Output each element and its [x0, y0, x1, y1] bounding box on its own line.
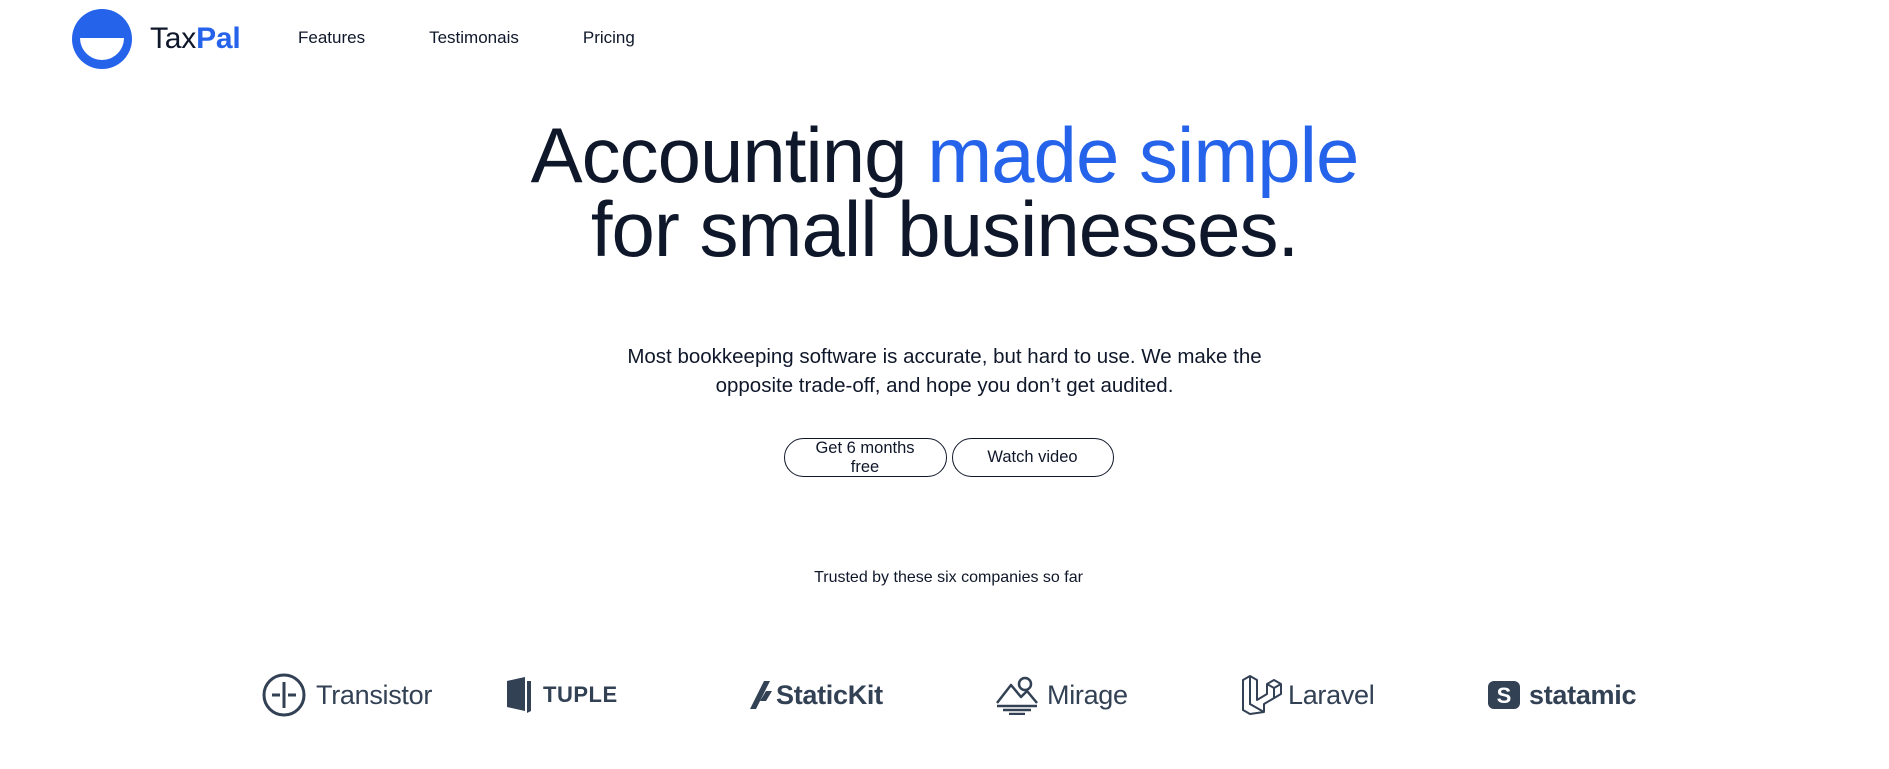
company-logo-laravel: Laravel	[1240, 670, 1375, 720]
nav-link-testimonials[interactable]: Testimonais	[429, 27, 519, 49]
statamic-icon: S	[1488, 681, 1520, 709]
nav-link-features[interactable]: Features	[298, 27, 365, 49]
hero-subtitle-line2: opposite trade-off, and hope you don’t g…	[715, 374, 1174, 397]
site-header: TaxPal Features Testimonais Pricing	[0, 0, 1889, 78]
company-name-statamic: statamic	[1529, 679, 1637, 710]
watch-video-button[interactable]: Watch video	[951, 438, 1114, 477]
get-free-months-button[interactable]: Get 6 months free	[783, 438, 947, 477]
logo-link[interactable]: TaxPal	[72, 9, 241, 69]
logo-text-part2: Pal	[196, 22, 241, 55]
company-name-mirage: Mirage	[1047, 679, 1128, 710]
hero-title-line1: Accounting made simple	[0, 116, 1889, 194]
mirage-icon	[996, 676, 1038, 715]
laravel-icon	[1242, 675, 1282, 715]
landing-page: TaxPal Features Testimonais Pricing Acco…	[0, 0, 1889, 769]
company-logo-statickit: StaticKit	[750, 670, 883, 720]
company-logo-tuple: TUPLE	[505, 670, 618, 720]
company-name-transistor: Transistor	[316, 679, 433, 710]
trusted-by-label: Trusted by these six companies so far	[814, 569, 1083, 586]
company-logos: Transistor TUPLE StaticKit Mirage Larave…	[0, 670, 1889, 720]
logo-text: TaxPal	[150, 22, 241, 56]
svg-text:S: S	[1497, 683, 1512, 708]
company-name-laravel: Laravel	[1288, 679, 1375, 710]
company-logo-mirage: Mirage	[995, 670, 1128, 720]
company-logo-statamic: S statamic	[1487, 670, 1636, 720]
main-nav: Features Testimonais Pricing	[298, 27, 699, 49]
statickit-icon	[750, 681, 772, 709]
hero-subtitle-line1: Most bookkeeping software is accurate, b…	[627, 345, 1262, 368]
transistor-icon	[262, 673, 306, 717]
tuple-icon	[507, 677, 531, 713]
hero-title-line2: for small businesses.	[590, 185, 1299, 273]
company-logo-transistor: Transistor	[262, 670, 432, 720]
taxpal-logo-icon	[72, 9, 132, 69]
logo-text-part1: Tax	[150, 22, 197, 55]
cta-row: Get 6 months free Watch video	[0, 438, 1889, 477]
hero-title: Accounting made simple for small busines…	[0, 116, 1889, 273]
company-name-tuple: TUPLE	[543, 682, 618, 707]
hero-subtitle: Most bookkeeping software is accurate, b…	[0, 342, 1889, 400]
company-name-statickit: StaticKit	[776, 679, 883, 710]
nav-link-pricing[interactable]: Pricing	[583, 27, 635, 49]
